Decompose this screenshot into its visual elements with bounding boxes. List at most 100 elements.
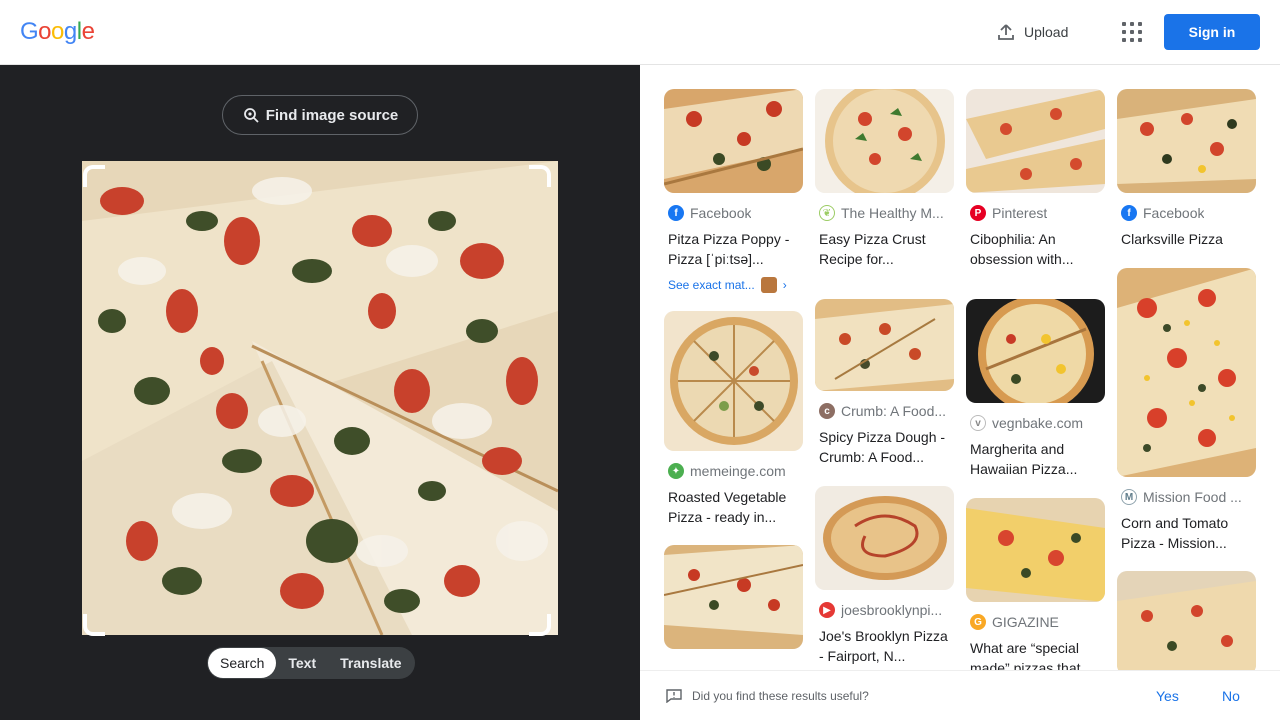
tab-search[interactable]: Search [208,648,277,678]
leaf-icon: ❦ [819,205,835,221]
upload-label: Upload [1024,24,1069,40]
results-column: f Facebook Clarksville Pizza M Mission F… [1117,89,1256,670]
vegnbake-icon: v [970,415,986,431]
result-card[interactable]: f Facebook Clarksville Pizza [1117,89,1256,249]
source-name: memeinge.com [690,463,786,479]
result-title[interactable]: Cibophilia: An obsession with... [966,229,1105,269]
result-card[interactable]: f Facebook Pitza Pizza Poppy - Pizza [ˈp… [664,89,803,293]
result-source: ❦ The Healthy M... [815,205,954,221]
result-source: M Mission Food ... [1117,489,1256,505]
upload-button[interactable]: Upload [988,16,1076,48]
result-source: P Pinterest [966,205,1105,221]
result-thumbnail[interactable] [966,299,1105,403]
top-bar: Google Upload Sign in [0,0,1280,65]
result-source: ▶ joesbrooklynpi... [815,602,954,618]
source-name: GIGAZINE [992,614,1059,630]
source-name: Crumb: A Food... [841,403,947,419]
pinterest-icon: P [970,205,986,221]
joes-icon: ▶ [819,602,835,618]
result-thumbnail[interactable] [1117,268,1256,477]
result-title[interactable]: Pitza Pizza Poppy - Pizza [ˈpiːtsə]... [664,229,803,269]
feedback-yes-button[interactable]: Yes [1156,688,1179,704]
exact-match-label: See exact mat... [668,278,755,292]
visual-matches: f Facebook Pitza Pizza Poppy - Pizza [ˈp… [640,65,1280,670]
source-name: Facebook [1143,205,1205,221]
result-card[interactable]: M Mission Food ... Corn and Tomato Pizza… [1117,268,1256,553]
result-thumbnail[interactable] [815,486,954,590]
crop-handle-top-left[interactable] [83,165,105,187]
result-title[interactable]: Roasted Vegetable Pizza - ready in... [664,487,803,527]
find-image-source-button[interactable]: Find image source [222,95,418,135]
result-thumbnail[interactable] [1117,571,1256,670]
result-thumbnail[interactable] [664,89,803,193]
feedback-bar: Did you find these results useful? Yes N… [640,670,1280,720]
result-title[interactable]: Margherita and Hawaiian Pizza... [966,439,1105,479]
result-title[interactable]: Easy Pizza Crust Recipe for... [815,229,954,269]
gigazine-icon: G [970,614,986,630]
tab-translate[interactable]: Translate [328,648,413,678]
logo-letter: e [81,18,95,45]
crop-handle-bottom-right[interactable] [529,614,551,636]
result-title[interactable]: Corn and Tomato Pizza - Mission... [1117,513,1256,553]
result-source: ✦ memeinge.com [664,463,803,479]
apps-grid-icon[interactable] [1116,16,1148,48]
logo-letter: G [20,18,39,45]
result-thumbnail[interactable] [1117,89,1256,193]
result-card[interactable] [664,545,803,649]
source-name: Pinterest [992,205,1048,221]
source-name: joesbrooklynpi... [841,602,943,618]
tab-text[interactable]: Text [276,648,328,678]
feedback-no-button[interactable]: No [1222,688,1240,704]
lens-image-panel: Find image source Search Text Translate [0,65,640,720]
result-thumbnail[interactable] [966,498,1105,602]
result-card[interactable]: c Crumb: A Food... Spicy Pizza Dough - C… [815,299,954,467]
result-thumbnail[interactable] [815,89,954,193]
result-source: f Facebook [664,205,803,221]
result-card[interactable]: ❦ The Healthy M... Easy Pizza Crust Reci… [815,89,954,269]
result-card[interactable]: ✦ memeinge.com Roasted Vegetable Pizza -… [664,311,803,527]
result-title[interactable]: What are “special made” pizzas that... [966,638,1105,670]
query-image[interactable] [82,161,558,635]
upload-icon [998,24,1014,40]
result-thumbnail[interactable] [815,299,954,391]
mission-icon: M [1121,489,1137,505]
results-column: ❦ The Healthy M... Easy Pizza Crust Reci… [815,89,954,670]
google-logo[interactable]: Google [20,18,95,46]
crop-handle-bottom-left[interactable] [83,614,105,636]
result-source: f Facebook [1117,205,1256,221]
source-name: Facebook [690,205,752,221]
result-thumbnail[interactable] [664,311,803,451]
find-image-source-label: Find image source [265,106,399,124]
sign-in-button[interactable]: Sign in [1164,14,1260,50]
results-column: P Pinterest Cibophilia: An obsession wit… [966,89,1105,670]
crumb-icon: c [819,403,835,419]
facebook-icon: f [1121,205,1137,221]
logo-letter: o [38,18,52,45]
leaf-icon: ✦ [668,463,684,479]
result-source: v vegnbake.com [966,415,1105,431]
results-column: f Facebook Pitza Pizza Poppy - Pizza [ˈp… [664,89,803,661]
source-name: The Healthy M... [841,205,944,221]
result-card[interactable]: v vegnbake.com Margherita and Hawaiian P… [966,299,1105,479]
chevron-right-icon: › [782,278,787,292]
result-title[interactable]: Spicy Pizza Dough - Crumb: A Food... [815,427,954,467]
result-title[interactable]: Joe's Brooklyn Pizza - Fairport, N... [815,626,954,666]
result-card[interactable]: P Pinterest Cibophilia: An obsession wit… [966,89,1105,269]
facebook-icon: f [668,205,684,221]
result-card[interactable]: ▶ joesbrooklynpi... Joe's Brooklyn Pizza… [815,486,954,666]
see-exact-matches-link[interactable]: See exact mat... › [664,277,803,293]
result-thumbnail[interactable] [966,89,1105,193]
result-source: G GIGAZINE [966,614,1105,630]
result-title[interactable]: Clarksville Pizza [1117,229,1256,249]
crop-handle-top-right[interactable] [529,165,551,187]
result-source: c Crumb: A Food... [815,403,954,419]
source-name: vegnbake.com [992,415,1084,431]
result-thumbnail[interactable] [664,545,803,649]
exact-match-thumbnail [760,277,777,293]
lens-mode-tabs: Search Text Translate [207,647,415,679]
result-card[interactable] [1117,571,1256,670]
logo-letter: o [51,18,64,45]
lens-search-icon [243,108,259,123]
feedback-icon [666,688,682,703]
result-card[interactable]: G GIGAZINE What are “special made” pizza… [966,498,1105,670]
